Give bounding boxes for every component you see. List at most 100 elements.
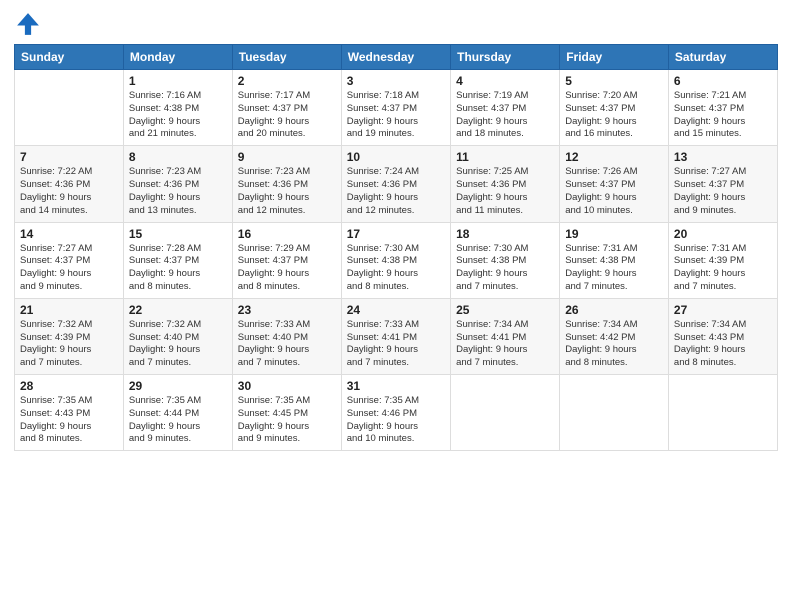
- calendar-cell: 7 Sunrise: 7:22 AM Sunset: 4:36 PM Daylig…: [15, 146, 124, 222]
- day-number: 28: [20, 379, 118, 393]
- calendar-cell: 31 Sunrise: 7:35 AM Sunset: 4:46 PM Dayli…: [341, 375, 450, 451]
- weekday-header-thursday: Thursday: [451, 45, 560, 70]
- day-info: Sunrise: 7:35 AM Sunset: 4:43 PM Dayligh…: [20, 395, 118, 446]
- day-number: 18: [456, 227, 554, 241]
- day-info: Sunrise: 7:35 AM Sunset: 4:45 PM Dayligh…: [238, 395, 336, 446]
- day-number: 31: [347, 379, 445, 393]
- calendar-cell: 22 Sunrise: 7:32 AM Sunset: 4:40 PM Dayli…: [123, 298, 232, 374]
- day-info: Sunrise: 7:25 AM Sunset: 4:36 PM Dayligh…: [456, 166, 554, 217]
- day-number: 30: [238, 379, 336, 393]
- calendar-cell: 9 Sunrise: 7:23 AM Sunset: 4:36 PM Daylig…: [232, 146, 341, 222]
- calendar-cell: 16Sunrise: 7:29 AM Sunset: 4:37 PM Dayli…: [232, 222, 341, 298]
- day-number: 21: [20, 303, 118, 317]
- day-info: Sunrise: 7:34 AM Sunset: 4:42 PM Dayligh…: [565, 319, 663, 370]
- calendar-cell: 23Sunrise: 7:33 AM Sunset: 4:40 PM Dayli…: [232, 298, 341, 374]
- calendar-cell: [15, 70, 124, 146]
- day-number: 2: [238, 74, 336, 88]
- calendar-cell: 8Sunrise: 7:23 AM Sunset: 4:36 PM Daylig…: [123, 146, 232, 222]
- day-info: Sunrise: 7:23 AM Sunset: 4:36 PM Dayligh…: [238, 166, 336, 217]
- day-info: Sunrise: 7:34 AM Sunset: 4:41 PM Dayligh…: [456, 319, 554, 370]
- day-number: 24: [347, 303, 445, 317]
- page: SundayMondayTuesdayWednesdayThursdayFrid…: [0, 0, 792, 612]
- day-number: 26: [565, 303, 663, 317]
- day-number: 15: [129, 227, 227, 241]
- week-row-0: 1 Sunrise: 7:16 AM Sunset: 4:38 PM Daylig…: [15, 70, 778, 146]
- day-info: Sunrise: 7:35 AM Sunset: 4:46 PM Dayligh…: [347, 395, 445, 446]
- day-info: Sunrise: 7:33 AM Sunset: 4:41 PM Dayligh…: [347, 319, 445, 370]
- day-number: 25: [456, 303, 554, 317]
- day-number: 7: [20, 150, 118, 164]
- day-number: 19: [565, 227, 663, 241]
- logo: [14, 10, 44, 38]
- day-info: Sunrise: 7:32 AM Sunset: 4:39 PM Dayligh…: [20, 319, 118, 370]
- calendar-cell: 6Sunrise: 7:21 AM Sunset: 4:37 PM Daylig…: [668, 70, 777, 146]
- day-number: 22: [129, 303, 227, 317]
- week-row-4: 28 Sunrise: 7:35 AM Sunset: 4:43 PM Dayli…: [15, 375, 778, 451]
- calendar-cell: [451, 375, 560, 451]
- day-info: Sunrise: 7:27 AM Sunset: 4:37 PM Dayligh…: [674, 166, 772, 217]
- weekday-header-saturday: Saturday: [668, 45, 777, 70]
- week-row-3: 21 Sunrise: 7:32 AM Sunset: 4:39 PM Dayli…: [15, 298, 778, 374]
- calendar-cell: 21 Sunrise: 7:32 AM Sunset: 4:39 PM Dayli…: [15, 298, 124, 374]
- logo-icon: [14, 10, 42, 38]
- calendar-cell: 4Sunrise: 7:19 AM Sunset: 4:37 PM Daylig…: [451, 70, 560, 146]
- calendar-body: 1 Sunrise: 7:16 AM Sunset: 4:38 PM Daylig…: [15, 70, 778, 451]
- day-number: 17: [347, 227, 445, 241]
- day-number: 27: [674, 303, 772, 317]
- calendar-cell: [668, 375, 777, 451]
- calendar-cell: 13 Sunrise: 7:27 AM Sunset: 4:37 PM Dayli…: [668, 146, 777, 222]
- day-number: 11: [456, 150, 554, 164]
- day-number: 4: [456, 74, 554, 88]
- day-number: 10: [347, 150, 445, 164]
- header: [14, 10, 778, 38]
- calendar-cell: 17 Sunrise: 7:30 AM Sunset: 4:38 PM Dayli…: [341, 222, 450, 298]
- calendar-cell: 10Sunrise: 7:24 AM Sunset: 4:36 PM Dayli…: [341, 146, 450, 222]
- calendar-cell: 26 Sunrise: 7:34 AM Sunset: 4:42 PM Dayli…: [560, 298, 669, 374]
- day-info: Sunrise: 7:22 AM Sunset: 4:36 PM Dayligh…: [20, 166, 118, 217]
- day-info: Sunrise: 7:18 AM Sunset: 4:37 PM Dayligh…: [347, 90, 445, 141]
- day-info: Sunrise: 7:16 AM Sunset: 4:38 PM Dayligh…: [129, 90, 227, 141]
- weekday-header-monday: Monday: [123, 45, 232, 70]
- calendar-cell: 25 Sunrise: 7:34 AM Sunset: 4:41 PM Dayli…: [451, 298, 560, 374]
- day-info: Sunrise: 7:35 AM Sunset: 4:44 PM Dayligh…: [129, 395, 227, 446]
- day-number: 14: [20, 227, 118, 241]
- day-number: 13: [674, 150, 772, 164]
- week-row-2: 14 Sunrise: 7:27 AM Sunset: 4:37 PM Dayli…: [15, 222, 778, 298]
- calendar-cell: 11 Sunrise: 7:25 AM Sunset: 4:36 PM Dayli…: [451, 146, 560, 222]
- calendar-table: SundayMondayTuesdayWednesdayThursdayFrid…: [14, 44, 778, 451]
- day-info: Sunrise: 7:29 AM Sunset: 4:37 PM Dayligh…: [238, 243, 336, 294]
- day-info: Sunrise: 7:26 AM Sunset: 4:37 PM Dayligh…: [565, 166, 663, 217]
- weekday-header-sunday: Sunday: [15, 45, 124, 70]
- calendar-cell: 24 Sunrise: 7:33 AM Sunset: 4:41 PM Dayli…: [341, 298, 450, 374]
- calendar-cell: 3Sunrise: 7:18 AM Sunset: 4:37 PM Daylig…: [341, 70, 450, 146]
- calendar-cell: 29 Sunrise: 7:35 AM Sunset: 4:44 PM Dayli…: [123, 375, 232, 451]
- weekday-header-wednesday: Wednesday: [341, 45, 450, 70]
- day-info: Sunrise: 7:30 AM Sunset: 4:38 PM Dayligh…: [456, 243, 554, 294]
- day-info: Sunrise: 7:31 AM Sunset: 4:38 PM Dayligh…: [565, 243, 663, 294]
- calendar-cell: 19 Sunrise: 7:31 AM Sunset: 4:38 PM Dayli…: [560, 222, 669, 298]
- weekday-header-friday: Friday: [560, 45, 669, 70]
- weekday-header-tuesday: Tuesday: [232, 45, 341, 70]
- calendar-cell: 28 Sunrise: 7:35 AM Sunset: 4:43 PM Dayli…: [15, 375, 124, 451]
- day-number: 29: [129, 379, 227, 393]
- day-number: 9: [238, 150, 336, 164]
- day-number: 8: [129, 150, 227, 164]
- day-info: Sunrise: 7:27 AM Sunset: 4:37 PM Dayligh…: [20, 243, 118, 294]
- day-info: Sunrise: 7:20 AM Sunset: 4:37 PM Dayligh…: [565, 90, 663, 141]
- calendar-cell: 18 Sunrise: 7:30 AM Sunset: 4:38 PM Dayli…: [451, 222, 560, 298]
- calendar-cell: 20Sunrise: 7:31 AM Sunset: 4:39 PM Dayli…: [668, 222, 777, 298]
- calendar-cell: 14 Sunrise: 7:27 AM Sunset: 4:37 PM Dayli…: [15, 222, 124, 298]
- day-number: 20: [674, 227, 772, 241]
- calendar-header: SundayMondayTuesdayWednesdayThursdayFrid…: [15, 45, 778, 70]
- day-number: 1: [129, 74, 227, 88]
- calendar-cell: 15Sunrise: 7:28 AM Sunset: 4:37 PM Dayli…: [123, 222, 232, 298]
- weekday-header-row: SundayMondayTuesdayWednesdayThursdayFrid…: [15, 45, 778, 70]
- calendar-cell: 30 Sunrise: 7:35 AM Sunset: 4:45 PM Dayli…: [232, 375, 341, 451]
- calendar-cell: 2Sunrise: 7:17 AM Sunset: 4:37 PM Daylig…: [232, 70, 341, 146]
- day-info: Sunrise: 7:30 AM Sunset: 4:38 PM Dayligh…: [347, 243, 445, 294]
- day-info: Sunrise: 7:32 AM Sunset: 4:40 PM Dayligh…: [129, 319, 227, 370]
- day-info: Sunrise: 7:21 AM Sunset: 4:37 PM Dayligh…: [674, 90, 772, 141]
- calendar-cell: 12 Sunrise: 7:26 AM Sunset: 4:37 PM Dayli…: [560, 146, 669, 222]
- calendar-cell: 1 Sunrise: 7:16 AM Sunset: 4:38 PM Daylig…: [123, 70, 232, 146]
- day-number: 12: [565, 150, 663, 164]
